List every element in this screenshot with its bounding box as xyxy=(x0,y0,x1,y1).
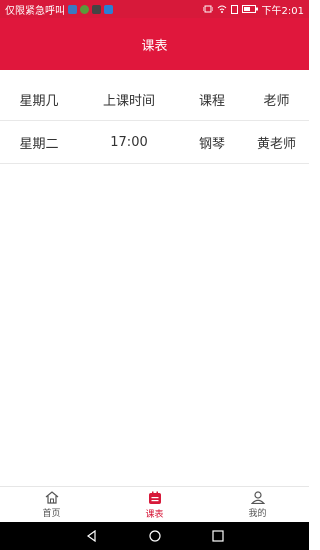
tab-label-mine: 我的 xyxy=(248,509,267,519)
column-header-time: 上课时间 xyxy=(102,93,155,109)
home-icon xyxy=(45,491,58,504)
page-title: 课表 xyxy=(141,38,168,54)
home-nav-icon[interactable] xyxy=(148,530,161,542)
bottom-tab-bar: 首页 课表 我的 xyxy=(0,486,309,523)
vibrate-icon xyxy=(202,5,213,13)
recents-icon[interactable] xyxy=(211,530,224,542)
back-icon[interactable] xyxy=(86,530,98,542)
column-header-teacher: 老师 xyxy=(263,93,290,109)
notification-app-icon xyxy=(104,4,113,14)
cell-course: 钢琴 xyxy=(198,136,225,152)
column-header-course: 课程 xyxy=(198,93,225,109)
notification-app-icon xyxy=(68,4,77,14)
system-nav-bar xyxy=(0,522,309,550)
clock-text: 下午2:01 xyxy=(261,5,304,17)
tab-mine[interactable]: 我的 xyxy=(206,487,309,523)
status-bar: 仅限紧急呼叫 下午2:01 xyxy=(0,0,309,18)
column-header-weekday: 星期几 xyxy=(19,93,59,109)
tab-schedule[interactable]: 课表 xyxy=(103,487,206,523)
table-row[interactable]: 星期二 17:00 钢琴 黄老师 xyxy=(0,121,309,164)
tab-home[interactable]: 首页 xyxy=(0,487,103,523)
sim-icon xyxy=(230,4,238,14)
status-right: 下午2:01 xyxy=(202,2,304,17)
tab-label-home: 首页 xyxy=(42,509,61,519)
notification-app-icon xyxy=(92,4,101,14)
status-left: 仅限紧急呼叫 xyxy=(5,2,113,17)
schedule-icon xyxy=(148,491,161,504)
schedule-table: 星期几 上课时间 课程 老师 星期二 17:00 钢琴 黄老师 xyxy=(0,78,309,164)
tab-label-schedule: 课表 xyxy=(145,509,164,520)
user-icon xyxy=(250,491,265,504)
table-header-row: 星期几 上课时间 课程 老师 xyxy=(0,78,309,121)
notification-app-icon xyxy=(80,4,89,14)
app-header: 课表 xyxy=(0,18,309,70)
carrier-text: 仅限紧急呼叫 xyxy=(5,5,65,17)
cell-weekday: 星期二 xyxy=(19,136,59,152)
cell-teacher: 黄老师 xyxy=(256,136,296,152)
battery-icon xyxy=(241,5,258,13)
cell-time: 17:00 xyxy=(110,134,148,150)
wifi-icon xyxy=(217,5,226,13)
